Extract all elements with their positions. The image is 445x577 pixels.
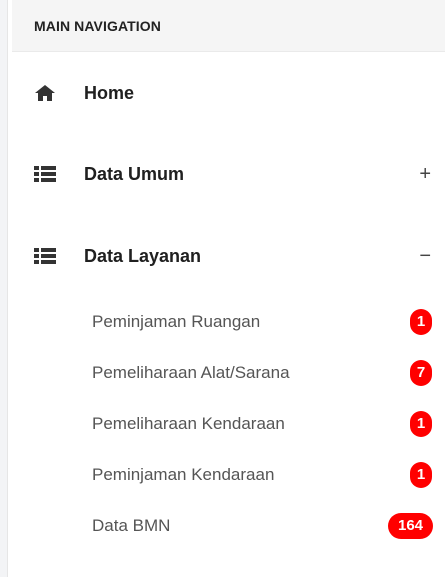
notification-badge: 1 xyxy=(410,410,432,437)
notification-badge: 1 xyxy=(410,461,432,488)
sidebar-item-data-umum[interactable]: Data Umum + xyxy=(12,134,445,214)
submenu-item-pemeliharaan-kendaraan[interactable]: Pemeliharaan Kendaraan 1 xyxy=(12,398,445,449)
submenu-item-label: Peminjaman Kendaraan xyxy=(92,464,275,484)
submenu-item-label: Data BMN xyxy=(92,515,171,535)
submenu-item-data-bmn[interactable]: Data BMN 164 xyxy=(12,500,445,551)
sidebar-item-home[interactable]: Home xyxy=(12,52,445,134)
main-navigation-header: MAIN NAVIGATION xyxy=(12,0,445,52)
submenu-item-peminjaman-kendaraan[interactable]: Peminjaman Kendaraan 1 xyxy=(12,449,445,500)
notification-badge: 1 xyxy=(410,308,432,335)
notification-badge: 164 xyxy=(388,512,433,539)
sidebar-item-data-layanan[interactable]: Data Layanan − xyxy=(12,214,445,298)
sidebar-item-label: Data Layanan xyxy=(84,245,202,266)
sidebar-item-label: Data Umum xyxy=(84,163,185,184)
submenu-item-pemeliharaan-alat-sarana[interactable]: Pemeliharaan Alat/Sarana 7 xyxy=(12,347,445,398)
sidebar-item-label: Home xyxy=(84,82,135,103)
list-icon xyxy=(34,247,56,265)
left-divider xyxy=(0,0,8,577)
submenu-item-label: Pemeliharaan Alat/Sarana xyxy=(92,362,290,382)
data-layanan-submenu: Peminjaman Ruangan 1 Pemeliharaan Alat/S… xyxy=(12,296,445,551)
home-icon xyxy=(34,84,56,102)
notification-badge: 7 xyxy=(410,359,432,386)
main-sidebar: MAIN NAVIGATION Home Data Umum + Data La… xyxy=(12,0,445,577)
submenu-item-label: Peminjaman Ruangan xyxy=(92,311,261,331)
collapse-minus-icon[interactable]: − xyxy=(419,245,431,268)
submenu-item-label: Pemeliharaan Kendaraan xyxy=(92,413,285,433)
expand-plus-icon[interactable]: + xyxy=(419,163,431,186)
list-icon xyxy=(34,165,56,183)
submenu-item-peminjaman-ruangan[interactable]: Peminjaman Ruangan 1 xyxy=(12,296,445,347)
